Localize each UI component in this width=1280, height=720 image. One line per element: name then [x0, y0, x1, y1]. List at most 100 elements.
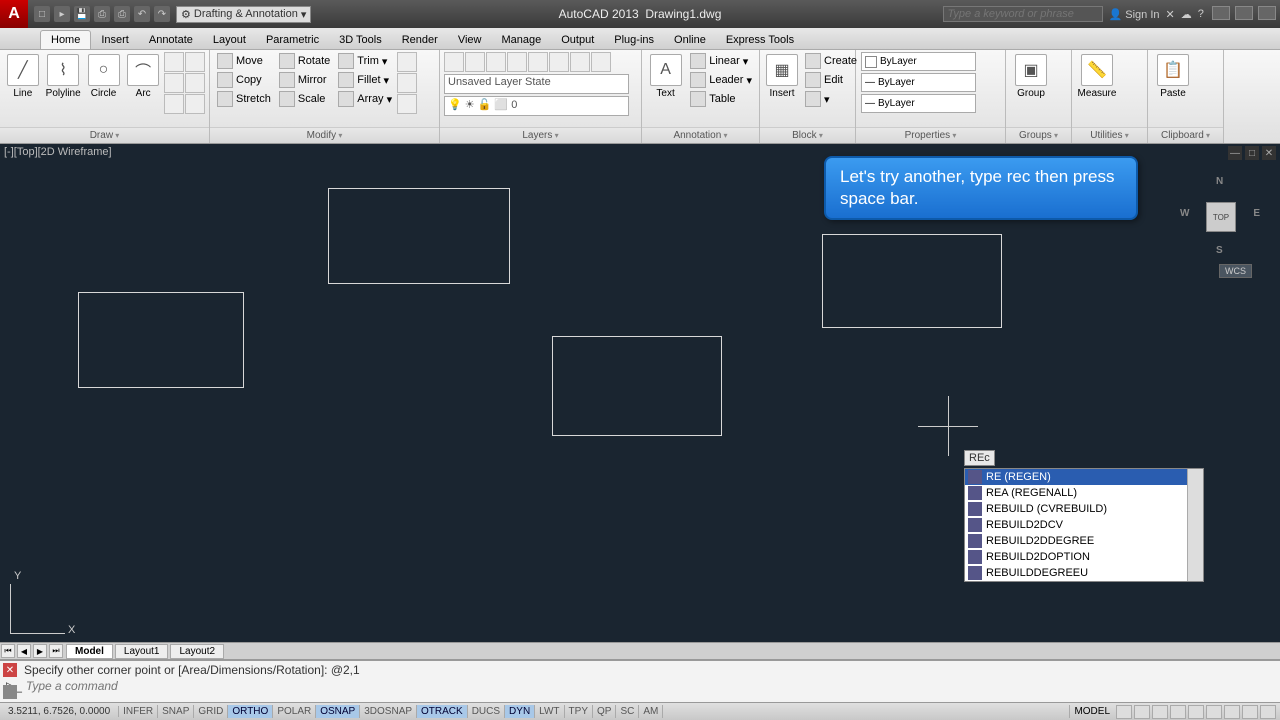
- autocomplete-item[interactable]: REBUILD2DOPTION: [965, 549, 1203, 565]
- panel-clipboard-title[interactable]: Clipboard: [1148, 127, 1223, 143]
- layout-tab-model[interactable]: Model: [66, 644, 113, 659]
- viewport-label[interactable]: [-][Top][2D Wireframe]: [4, 146, 112, 158]
- tab-insert[interactable]: Insert: [91, 31, 139, 49]
- help-icon[interactable]: ?: [1198, 8, 1204, 20]
- toggle-3dosnap[interactable]: 3DOSNAP: [360, 705, 417, 718]
- tab-3dtools[interactable]: 3D Tools: [329, 31, 392, 49]
- layer-prev-icon[interactable]: [591, 52, 611, 72]
- toggle-infer[interactable]: INFER: [119, 705, 158, 718]
- toggle-ducs[interactable]: DUCS: [468, 705, 505, 718]
- open-icon[interactable]: ▸: [54, 6, 70, 22]
- edit-button[interactable]: Edit: [802, 71, 860, 89]
- draw-more-icon[interactable]: [185, 52, 205, 72]
- tab-parametric[interactable]: Parametric: [256, 31, 329, 49]
- panel-utilities-title[interactable]: Utilities: [1072, 127, 1147, 143]
- mirror-button[interactable]: Mirror: [276, 71, 333, 89]
- tab-manage[interactable]: Manage: [491, 31, 551, 49]
- layer-prop-icon[interactable]: [444, 52, 464, 72]
- help-search[interactable]: [943, 6, 1103, 22]
- layer-state-combo[interactable]: Unsaved Layer State: [444, 74, 629, 94]
- ellipse-icon[interactable]: [164, 94, 184, 114]
- workspace-selector[interactable]: ⚙ Drafting & Annotation ▾: [176, 6, 311, 23]
- layout-tab-layout2[interactable]: Layout2: [170, 644, 224, 659]
- viewcube-n[interactable]: N: [1216, 176, 1223, 187]
- insert-button[interactable]: ▦Insert: [764, 52, 800, 101]
- tab-plugins[interactable]: Plug-ins: [604, 31, 664, 49]
- stayconnected-icon[interactable]: ☁: [1181, 8, 1192, 21]
- wcs-label[interactable]: WCS: [1219, 264, 1252, 278]
- layer-freeze-icon[interactable]: [507, 52, 527, 72]
- toggle-otrack[interactable]: OTRACK: [417, 705, 468, 718]
- tab-last-icon[interactable]: ⏭: [49, 644, 63, 658]
- tab-annotate[interactable]: Annotate: [139, 31, 203, 49]
- new-icon[interactable]: □: [34, 6, 50, 22]
- polyline-button[interactable]: ⌇Polyline: [44, 52, 83, 101]
- layout-tab-layout1[interactable]: Layout1: [115, 644, 169, 659]
- autocomplete-item[interactable]: REBUILD2DDEGREE: [965, 533, 1203, 549]
- line-button[interactable]: ╱Line: [4, 52, 42, 101]
- copy-button[interactable]: Copy: [214, 71, 274, 89]
- erase-icon[interactable]: [397, 52, 417, 72]
- array-button[interactable]: Array ▾: [335, 90, 395, 108]
- status-icon[interactable]: [1206, 705, 1222, 719]
- viewcube[interactable]: N S E W TOP: [1180, 176, 1260, 256]
- move-button[interactable]: Move: [214, 52, 274, 70]
- status-icon[interactable]: [1188, 705, 1204, 719]
- tab-output[interactable]: Output: [551, 31, 604, 49]
- leader-button[interactable]: Leader ▾: [687, 71, 755, 89]
- scale-button[interactable]: Scale: [276, 90, 333, 108]
- undo-icon[interactable]: ↶: [134, 6, 150, 22]
- panel-annotation-title[interactable]: Annotation: [642, 127, 759, 143]
- panel-modify-title[interactable]: Modify: [210, 127, 439, 143]
- rectangle-icon[interactable]: [164, 52, 184, 72]
- stretch-button[interactable]: Stretch: [214, 90, 274, 108]
- toggle-tpy[interactable]: TPY: [565, 705, 593, 718]
- command-input[interactable]: [26, 679, 1274, 693]
- tab-first-icon[interactable]: ⏮: [1, 644, 15, 658]
- linear-button[interactable]: Linear ▾: [687, 52, 755, 70]
- toggle-snap[interactable]: SNAP: [158, 705, 194, 718]
- panel-draw-title[interactable]: Draw: [0, 127, 209, 143]
- rotate-button[interactable]: Rotate: [276, 52, 333, 70]
- toggle-polar[interactable]: POLAR: [273, 705, 316, 718]
- drawing-area[interactable]: [-][Top][2D Wireframe] — □ ✕ Let's try a…: [0, 144, 1280, 642]
- status-icon[interactable]: [1170, 705, 1186, 719]
- tab-home[interactable]: Home: [40, 30, 91, 49]
- explode-icon[interactable]: [397, 73, 417, 93]
- viewcube-e[interactable]: E: [1253, 208, 1260, 219]
- plot-icon[interactable]: ⎙: [114, 6, 130, 22]
- drawing-maximize[interactable]: □: [1245, 146, 1259, 160]
- linetype-combo[interactable]: — ByLayer: [861, 94, 976, 113]
- minimize-button[interactable]: [1212, 6, 1230, 20]
- lineweight-combo[interactable]: — ByLayer: [861, 73, 976, 92]
- editattr-button[interactable]: ▾: [802, 90, 860, 108]
- toggle-dyn[interactable]: DYN: [505, 705, 535, 718]
- drawing-close[interactable]: ✕: [1262, 146, 1276, 160]
- autocomplete-item[interactable]: REBUILD (CVREBUILD): [965, 501, 1203, 517]
- status-icon[interactable]: [1224, 705, 1240, 719]
- dynamic-input[interactable]: REc: [964, 450, 995, 466]
- panel-groups-title[interactable]: Groups: [1006, 127, 1071, 143]
- tab-prev-icon[interactable]: ◀: [17, 644, 31, 658]
- layer-current-combo[interactable]: 💡 ☀ 🔓 ⬜ 0: [444, 96, 629, 116]
- cmdline-close[interactable]: ✕: [3, 663, 17, 677]
- close-button[interactable]: [1258, 6, 1276, 20]
- layer-match-icon[interactable]: [570, 52, 590, 72]
- autocomplete-item[interactable]: RE (REGEN): [965, 469, 1203, 485]
- autocomplete-scrollbar[interactable]: [1187, 469, 1203, 581]
- coordinates[interactable]: 3.5211, 6.7526, 0.0000: [0, 706, 119, 717]
- status-icon[interactable]: [1134, 705, 1150, 719]
- viewcube-s[interactable]: S: [1216, 245, 1223, 256]
- toggle-sc[interactable]: SC: [616, 705, 639, 718]
- panel-layers-title[interactable]: Layers: [440, 127, 641, 143]
- toggle-qp[interactable]: QP: [593, 705, 616, 718]
- panel-properties-title[interactable]: Properties: [856, 127, 1005, 143]
- trim-button[interactable]: Trim ▾: [335, 52, 395, 70]
- arc-button[interactable]: ⌒Arc: [124, 52, 162, 101]
- viewcube-w[interactable]: W: [1180, 208, 1189, 219]
- circle-button[interactable]: ○Circle: [85, 52, 123, 101]
- tab-online[interactable]: Online: [664, 31, 716, 49]
- autocomplete-item[interactable]: REA (REGENALL): [965, 485, 1203, 501]
- toggle-lwt[interactable]: LWT: [535, 705, 564, 718]
- layer-make-icon[interactable]: [549, 52, 569, 72]
